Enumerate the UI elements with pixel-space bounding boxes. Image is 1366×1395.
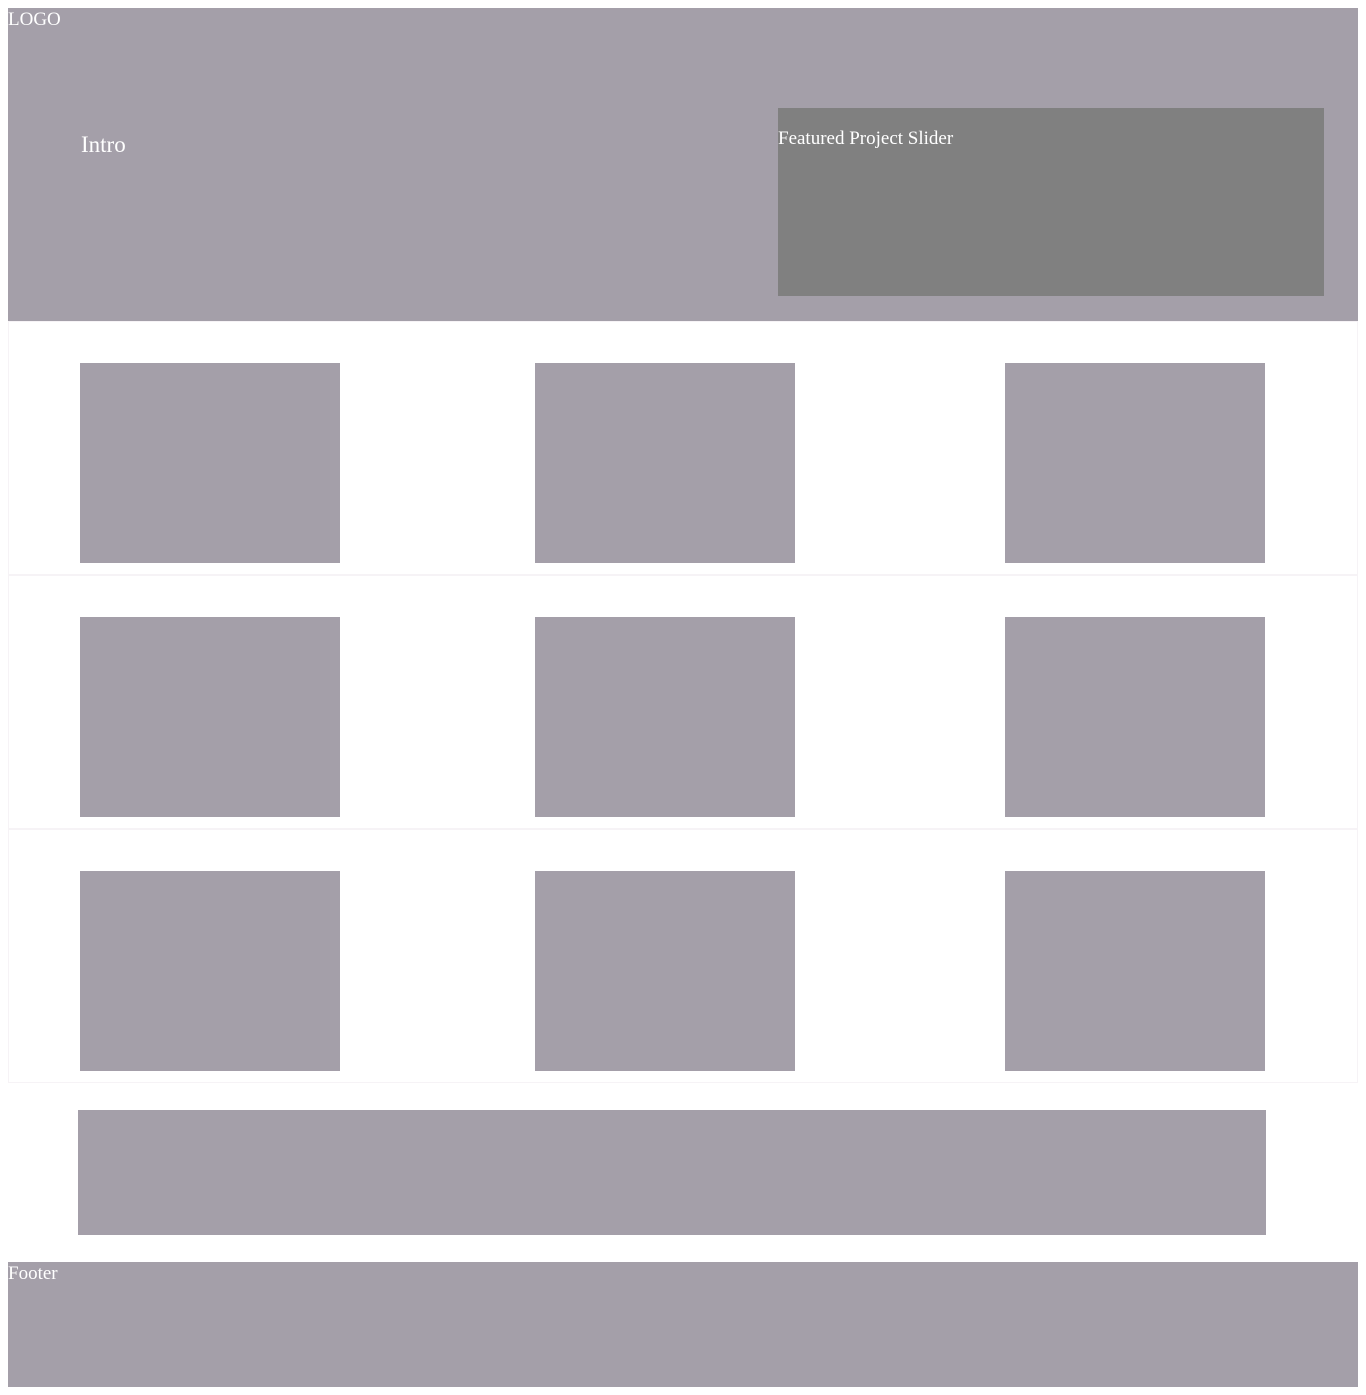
- project-tile[interactable]: [1005, 617, 1265, 817]
- footer: Footer: [8, 1262, 1358, 1387]
- header: LOGO Intro Featured Project Slider: [8, 8, 1358, 321]
- slider-label: Featured Project Slider: [778, 128, 954, 149]
- project-tile[interactable]: [535, 363, 795, 563]
- project-tile[interactable]: [535, 617, 795, 817]
- project-tile[interactable]: [535, 871, 795, 1071]
- logo[interactable]: LOGO: [8, 9, 61, 31]
- content-banner: [78, 1110, 1266, 1235]
- project-row-1: [8, 321, 1358, 575]
- project-tile[interactable]: [1005, 363, 1265, 563]
- intro-heading: Intro: [81, 132, 126, 157]
- project-tile[interactable]: [80, 617, 340, 817]
- project-tile[interactable]: [80, 871, 340, 1071]
- project-tile[interactable]: [80, 363, 340, 563]
- project-row-3: [8, 829, 1358, 1083]
- featured-project-slider[interactable]: Featured Project Slider: [778, 108, 1324, 296]
- project-row-2: [8, 575, 1358, 829]
- project-tile[interactable]: [1005, 871, 1265, 1071]
- footer-label: Footer: [8, 1263, 58, 1284]
